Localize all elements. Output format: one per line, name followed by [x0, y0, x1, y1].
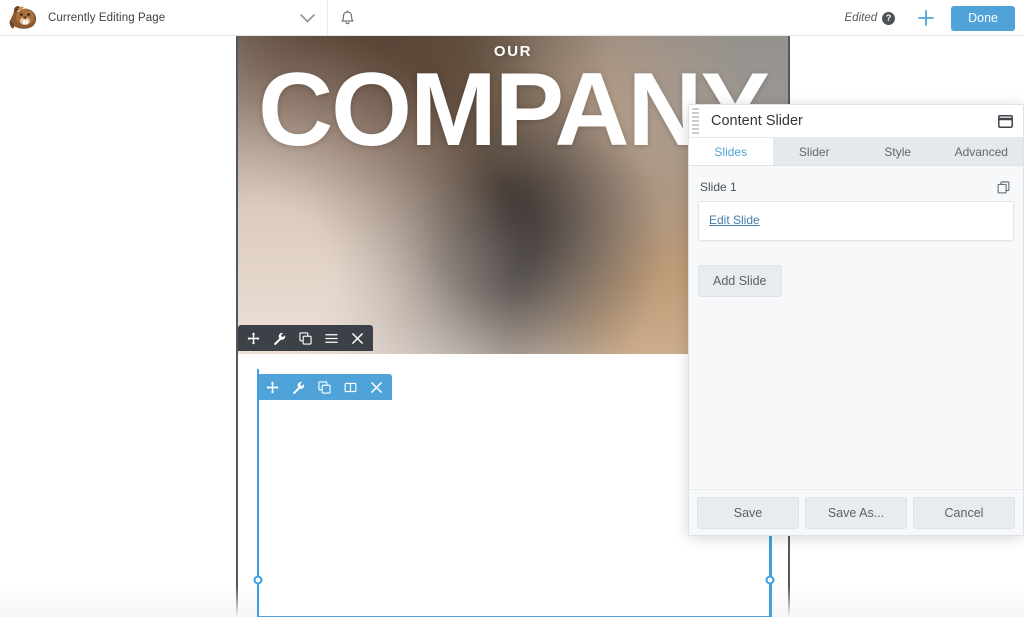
tab-style[interactable]: Style	[856, 138, 940, 165]
chevron-down-icon[interactable]	[290, 0, 324, 36]
panel-title: Content Slider	[711, 113, 803, 129]
beaver-logo-icon[interactable]	[0, 0, 42, 36]
move-icon[interactable]	[266, 381, 279, 394]
slide-card: Edit Slide	[698, 201, 1014, 241]
edit-slide-link[interactable]: Edit Slide	[709, 213, 760, 227]
drag-grip-icon[interactable]	[689, 105, 701, 137]
done-button[interactable]: Done	[951, 5, 1015, 31]
left-resize-handle[interactable]	[253, 369, 263, 617]
panel-header: Content Slider	[689, 105, 1023, 138]
wrench-icon[interactable]	[292, 381, 305, 394]
duplicate-icon[interactable]	[994, 178, 1012, 196]
row-toolbar[interactable]	[238, 325, 373, 351]
menu-icon[interactable]	[325, 332, 338, 345]
right-resize-knob[interactable]	[765, 575, 775, 585]
drag-grip-dots	[691, 108, 699, 134]
duplicate-icon[interactable]	[318, 380, 331, 394]
cancel-button[interactable]: Cancel	[913, 496, 1015, 529]
save-button[interactable]: Save	[697, 496, 799, 529]
module-toolbar[interactable]	[257, 374, 392, 400]
add-slide-button[interactable]: Add Slide	[698, 265, 782, 297]
slide-label: Slide 1	[700, 180, 737, 194]
columns-icon[interactable]	[344, 381, 357, 394]
panel-footer: Save Save As... Cancel	[689, 489, 1023, 535]
wrench-icon[interactable]	[273, 332, 286, 345]
top-toolbar: Currently Editing Page Edited ? Done	[0, 0, 1024, 36]
tab-advanced[interactable]: Advanced	[939, 138, 1023, 165]
tab-slides[interactable]: Slides	[689, 138, 773, 165]
left-resize-knob[interactable]	[253, 575, 263, 585]
beaver-logo-glyph	[9, 4, 39, 32]
close-icon[interactable]	[370, 381, 383, 394]
bell-icon[interactable]	[327, 0, 367, 36]
content-slider-settings-panel: Content Slider Slides Slider Style Advan…	[688, 104, 1024, 536]
plus-icon[interactable]	[909, 0, 943, 36]
tab-slider[interactable]: Slider	[772, 138, 856, 165]
save-as-button[interactable]: Save As...	[805, 496, 907, 529]
slide-row: Slide 1	[698, 178, 1014, 201]
edited-label: Edited	[844, 12, 878, 24]
help-icon[interactable]: ?	[882, 11, 896, 25]
duplicate-icon[interactable]	[299, 331, 312, 345]
panel-body: Slide 1 Edit Slide Add Slide	[689, 166, 1023, 489]
panel-tabs: Slides Slider Style Advanced	[689, 138, 1023, 166]
window-restore-icon[interactable]	[995, 111, 1015, 131]
move-icon[interactable]	[247, 332, 260, 345]
close-icon[interactable]	[351, 332, 364, 345]
currently-editing-label: Currently Editing Page	[48, 11, 166, 24]
topbar-right-group: Edited ? Done	[845, 0, 1024, 36]
edited-status: Edited ?	[844, 11, 896, 25]
topbar-left-group: Currently Editing Page	[0, 0, 165, 36]
